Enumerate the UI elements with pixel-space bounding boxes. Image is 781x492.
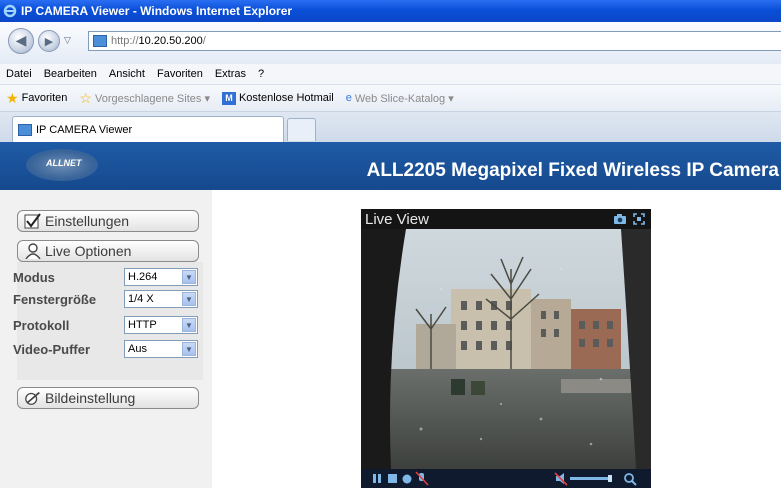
tab-favicon: [18, 123, 32, 136]
logo-text: ALLNET: [46, 158, 82, 168]
tab-label: IP CAMERA Viewer: [36, 123, 133, 136]
menu-ansicht[interactable]: Ansicht: [109, 68, 145, 80]
address-path: /: [202, 35, 206, 47]
window-size-value: 1/4 X: [128, 293, 154, 305]
tab-ip-camera-viewer[interactable]: IP CAMERA Viewer: [12, 116, 284, 142]
web-slice-label: Web Slice-Katalog ▾: [354, 92, 454, 105]
record-icon[interactable]: [402, 474, 412, 484]
web-slice-icon: e: [345, 92, 352, 104]
suggested-sites-link[interactable]: ☆ Vorgeschlagene Sites ▾: [79, 90, 210, 107]
pause-icon[interactable]: [373, 474, 381, 483]
menu-favoriten[interactable]: Favoriten: [157, 68, 203, 80]
video-buffer-select[interactable]: Aus ▼: [124, 340, 198, 358]
forward-button[interactable]: ▶: [38, 30, 60, 52]
history-dropdown-icon[interactable]: ▽: [64, 36, 71, 46]
live-view-player: Live View: [361, 209, 651, 488]
image-settings-label: Bildeinstellung: [45, 390, 136, 406]
add-favorite-icon: ☆: [79, 89, 92, 106]
player-controls: [361, 469, 651, 488]
menu-bearbeiten[interactable]: Bearbeiten: [44, 68, 97, 80]
window-size-select[interactable]: 1/4 X ▼: [124, 290, 198, 308]
volume-slider[interactable]: [570, 475, 612, 482]
protocol-value: HTTP: [128, 319, 157, 331]
tab-bar: IP CAMERA Viewer: [0, 112, 781, 143]
user-icon: [24, 243, 42, 259]
live-view-title: Live View: [365, 210, 429, 228]
favorites-bar: ★ Favoriten ☆ Vorgeschlagene Sites ▾ M Kost…: [0, 85, 781, 112]
favorites-label: Favoriten: [21, 92, 68, 104]
favorites-button[interactable]: ★ Favoriten: [6, 90, 67, 107]
web-slice-link[interactable]: e Web Slice-Katalog ▾: [346, 92, 454, 105]
video-buffer-label: Video-Puffer: [13, 342, 91, 357]
zoom-icon[interactable]: [624, 473, 637, 486]
menu-bar: Datei Bearbeiten Ansicht Favoriten Extra…: [0, 64, 781, 85]
image-adjust-icon: [24, 390, 42, 406]
image-settings-button[interactable]: Bildeinstellung: [17, 387, 199, 409]
checkmark-icon: [24, 213, 42, 229]
suggested-sites-label: Vorgeschlagene Sites ▾: [94, 92, 210, 105]
settings-button[interactable]: Einstellungen: [17, 210, 199, 232]
protocol-label: Protokoll: [13, 318, 70, 333]
speaker-muted-icon[interactable]: [554, 472, 568, 486]
chevron-down-icon: ▼: [182, 318, 196, 332]
star-icon: ★: [6, 89, 19, 106]
ie-icon: [3, 4, 17, 18]
live-view-header: Live View: [361, 209, 651, 229]
forward-arrow-icon: ▶: [44, 34, 54, 48]
back-button[interactable]: ◀: [8, 28, 34, 54]
address-bar[interactable]: http://10.20.50.200/: [88, 31, 781, 51]
chevron-down-icon: ▼: [182, 270, 196, 284]
live-options-button[interactable]: Live Optionen: [17, 240, 199, 262]
menu-datei[interactable]: Datei: [6, 68, 32, 80]
page-title: ALL2205 Megapixel Fixed Wireless IP Came…: [366, 160, 779, 181]
menu-help[interactable]: ?: [258, 68, 264, 80]
window-titlebar: IP CAMERA Viewer - Windows Internet Expl…: [0, 0, 781, 22]
stop-icon[interactable]: [388, 474, 397, 483]
window-title: IP CAMERA Viewer - Windows Internet Expl…: [21, 4, 293, 18]
page-favicon: [93, 35, 107, 47]
hotmail-label: Kostenlose Hotmail: [238, 92, 334, 104]
window-size-label: Fenstergröße: [13, 292, 97, 307]
camera-video-feed: [361, 229, 651, 469]
microphone-muted-icon[interactable]: [415, 471, 429, 486]
hotmail-icon: M: [221, 91, 236, 105]
live-options-label: Live Optionen: [45, 243, 132, 259]
hotmail-link[interactable]: M Kostenlose Hotmail: [221, 91, 334, 105]
video-buffer-value: Aus: [128, 343, 147, 355]
chevron-down-icon: ▼: [182, 292, 196, 306]
new-tab-button[interactable]: [287, 118, 316, 141]
chevron-down-icon: ▼: [182, 342, 196, 356]
address-protocol: http://: [111, 35, 139, 47]
mode-value: H.264: [128, 271, 158, 283]
navigation-bar: ◀ ▶ ▽ http://10.20.50.200/: [0, 22, 781, 65]
protocol-select[interactable]: HTTP ▼: [124, 316, 198, 334]
back-arrow-icon: ◀: [15, 33, 27, 49]
settings-label: Einstellungen: [45, 213, 130, 229]
address-host: 10.20.50.200: [138, 35, 203, 47]
menu-extras[interactable]: Extras: [215, 68, 246, 80]
mode-select[interactable]: H.264 ▼: [124, 268, 198, 286]
mode-label: Modus: [13, 270, 55, 285]
fullscreen-icon[interactable]: [633, 212, 645, 229]
snapshot-camera-icon[interactable]: [613, 212, 627, 229]
